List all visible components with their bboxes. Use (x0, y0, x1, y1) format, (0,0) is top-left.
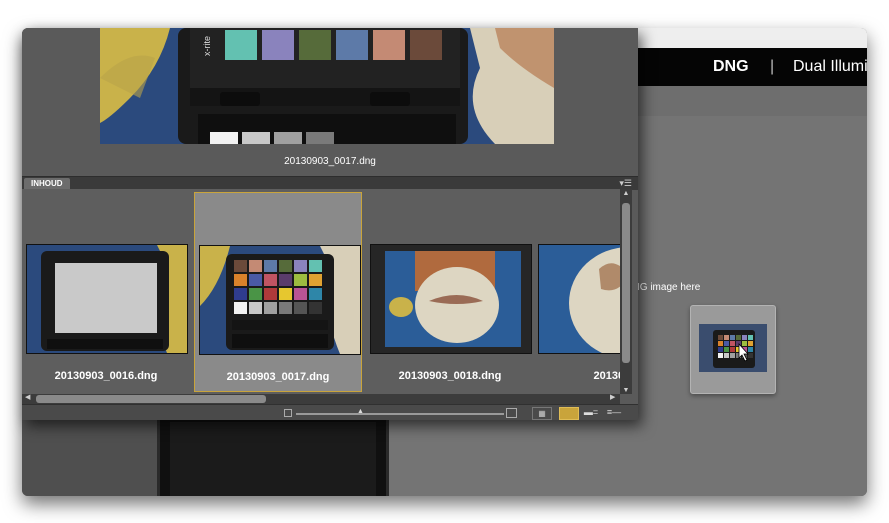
thumbnail-view-icon[interactable] (559, 407, 579, 420)
drag-proxy-image (699, 324, 767, 372)
tab-dng[interactable]: DNG (713, 58, 749, 76)
thumbnail-item[interactable]: 20130903 (534, 192, 620, 392)
svg-text:x-rite: x-rite (202, 36, 212, 56)
content-panel: 20130903_0016.dng 20130903_0017.dng 2013… (22, 189, 620, 394)
scroll-up-icon[interactable]: ▲ (620, 190, 632, 197)
scroll-down-icon[interactable]: ▼ (620, 387, 632, 394)
horizontal-scrollbar[interactable]: ◀ ▶ (22, 394, 620, 404)
scroll-right-icon[interactable]: ▶ (610, 393, 615, 401)
grid-view-icon[interactable]: ▦ (532, 407, 552, 420)
preview-panel: x-rite 20130903_0017.dng (22, 28, 638, 176)
details-view-icon[interactable]: ▬= (582, 407, 600, 418)
content-panel-header: INHOUD ▾☰ (22, 176, 638, 190)
tab-dual-illuminant[interactable]: Dual Illumin (793, 58, 867, 76)
editor-toolbar (634, 86, 867, 117)
thumbnail-image (538, 244, 620, 354)
status-bar: ▲ ▦ ▬= ≡— (22, 404, 638, 420)
tab-separator: | (770, 58, 775, 75)
scroll-left-icon[interactable]: ◀ (25, 393, 30, 401)
slider-knob-icon[interactable]: ▲ (357, 408, 364, 415)
vertical-scrollbar[interactable]: ▲ ▼ (620, 189, 632, 394)
thumbnail-image (26, 244, 188, 354)
editor-lower-area (22, 420, 389, 496)
horizontal-scroll-thumb[interactable] (36, 395, 266, 403)
thumbnail-size-slider[interactable] (296, 413, 504, 415)
preview-image: x-rite (100, 28, 554, 144)
list-view-icon[interactable]: ≡— (604, 407, 624, 418)
thumbnail-item[interactable]: 20130903_0017.dng (194, 192, 362, 392)
thumbnail-filename: 20130903 (593, 370, 620, 382)
thumbnail-filename: 20130903_0017.dng (226, 371, 330, 383)
thumbnail-filename: 20130903_0018.dng (398, 370, 502, 382)
editor-tab-bar: DNG | Dual Illumin (634, 48, 867, 86)
preview-filename: 20130903_0017.dng (284, 156, 376, 167)
thumbnail-image (199, 245, 361, 355)
thumbnail-item[interactable]: 20130903_0018.dng (366, 192, 534, 392)
vertical-scroll-thumb[interactable] (622, 203, 630, 363)
editor-image-pane (157, 420, 389, 496)
thumbnail-filename: 20130903_0016.dng (54, 370, 158, 382)
drag-thumbnail-proxy[interactable] (690, 305, 776, 394)
bridge-window: x-rite 20130903_0017.dng INHOUD ▾☰ 20130… (22, 28, 638, 420)
zoom-out-icon[interactable] (284, 409, 292, 417)
thumbnail-item[interactable]: 20130903_0016.dng (22, 192, 190, 392)
thumbnail-image (370, 244, 532, 354)
zoom-in-icon[interactable] (506, 408, 517, 418)
editor-title-strip (634, 28, 867, 49)
